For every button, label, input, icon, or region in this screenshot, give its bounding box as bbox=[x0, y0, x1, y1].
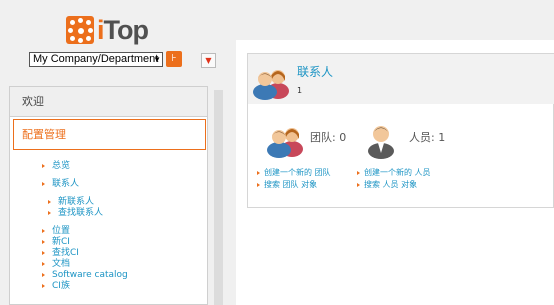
bullet-icon bbox=[42, 251, 45, 255]
bullet-icon bbox=[42, 182, 45, 186]
menu-item-ci-families[interactable]: CI族 bbox=[42, 281, 70, 292]
contacts-group-icon bbox=[253, 70, 289, 100]
menu-group-config-management[interactable]: 配置管理 bbox=[13, 119, 206, 150]
menu-item-search-contacts[interactable]: 查找联系人 bbox=[48, 208, 103, 219]
teams-count-label: 团队: 0 bbox=[310, 131, 347, 144]
bullet-icon bbox=[48, 211, 51, 215]
teams-icon bbox=[267, 128, 303, 158]
menu-scrollbar[interactable] bbox=[214, 90, 223, 305]
person-icon bbox=[368, 126, 394, 159]
search-teams-link[interactable]: 搜索 团队 对象 bbox=[257, 180, 317, 190]
hierarchy-icon: ⊦ bbox=[171, 53, 177, 64]
pin-icon: ▼ bbox=[205, 56, 212, 65]
bullet-icon bbox=[42, 262, 45, 266]
itop-logo[interactable]: iTop bbox=[66, 14, 149, 46]
create-team-link[interactable]: 创建一个新的 团队 bbox=[257, 168, 331, 178]
menu-item-locations[interactable]: 位置 bbox=[42, 226, 70, 237]
itop-logo-mark-icon bbox=[66, 16, 94, 44]
menu-group-welcome[interactable]: 欢迎 bbox=[10, 87, 207, 117]
bullet-icon bbox=[42, 164, 45, 168]
menu-item-overview[interactable]: 总览 bbox=[42, 161, 70, 172]
organization-select-value: My Company/Department bbox=[33, 53, 159, 65]
bullet-icon bbox=[48, 200, 51, 204]
menu-item-new-contact[interactable]: 新联系人 bbox=[48, 197, 94, 208]
menu-item-new-ci[interactable]: 新CI bbox=[42, 237, 70, 248]
bullet-icon bbox=[357, 171, 360, 175]
create-person-link[interactable]: 创建一个新的 人员 bbox=[357, 168, 431, 178]
menu-item-software-catalog[interactable]: Software catalog bbox=[42, 270, 128, 281]
bullet-icon bbox=[257, 183, 260, 187]
persons-count-label: 人员: 1 bbox=[409, 131, 446, 144]
chevron-down-icon: ▼ bbox=[153, 55, 161, 64]
bullet-icon bbox=[42, 284, 45, 288]
organization-select[interactable]: My Company/Department ▼ bbox=[29, 52, 163, 67]
pin-menu-button[interactable]: ▼ bbox=[201, 53, 216, 68]
dashlet-count: 1 bbox=[297, 86, 303, 95]
bullet-icon bbox=[257, 171, 260, 175]
search-persons-link[interactable]: 搜索 人员 对象 bbox=[357, 180, 417, 190]
organization-hierarchy-button[interactable]: ⊦ bbox=[166, 51, 182, 67]
bullet-icon bbox=[42, 273, 45, 277]
dashlet-title-link[interactable]: 联系人 bbox=[297, 65, 333, 79]
menu-item-contacts[interactable]: 联系人 bbox=[42, 179, 79, 190]
menu-item-search-ci[interactable]: 查找CI bbox=[42, 248, 79, 259]
itop-logo-text: iTop bbox=[97, 14, 149, 45]
bullet-icon bbox=[42, 240, 45, 244]
bullet-icon bbox=[357, 183, 360, 187]
dashlet-header bbox=[248, 54, 554, 104]
bullet-icon bbox=[42, 229, 45, 233]
menu-item-documents[interactable]: 文档 bbox=[42, 259, 70, 270]
left-panel: iTop My Company/Department ▼ ⊦ ▼ 欢迎 配置管理… bbox=[0, 0, 229, 305]
